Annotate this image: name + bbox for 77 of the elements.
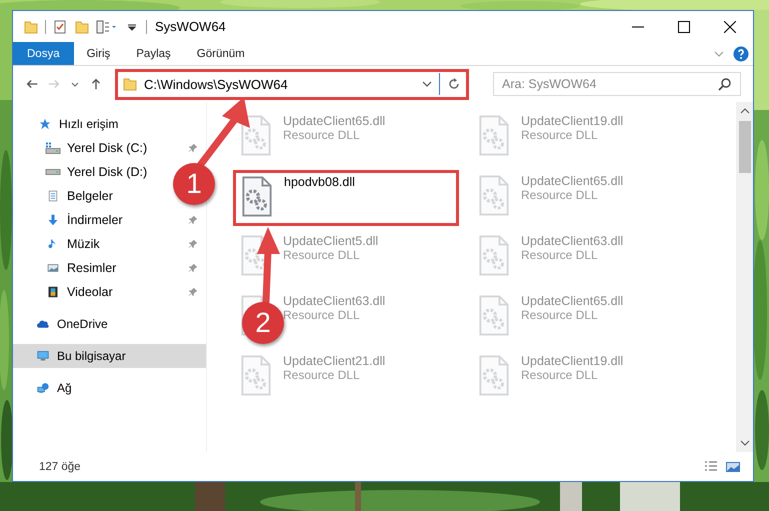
ribbon-tab[interactable]: Giriş — [74, 42, 124, 65]
minimize-icon — [632, 26, 644, 28]
file-name: UpdateClient63.dll — [521, 234, 624, 248]
dll-file-icon — [241, 355, 271, 396]
file-type: Resource DLL — [521, 368, 599, 382]
nav-item[interactable]: Müzik — [13, 232, 206, 256]
nav-label: Belgeler — [67, 189, 113, 203]
dll-file-icon — [479, 235, 509, 276]
star-icon — [37, 118, 53, 130]
drive-icon — [45, 169, 61, 175]
file-type: Resource DLL — [521, 308, 599, 322]
dll-file-icon — [479, 115, 509, 156]
file-menu-button[interactable]: Dosya — [13, 42, 74, 65]
file-name: UpdateClient65.dll — [283, 114, 386, 128]
scrollbar[interactable] — [736, 102, 753, 452]
help-icon[interactable] — [733, 46, 749, 62]
file-type: Resource DLL — [283, 368, 361, 382]
file-name: UpdateClient65.dll — [521, 174, 624, 188]
view-options-icon[interactable] — [96, 18, 118, 34]
dll-file-icon — [479, 295, 509, 336]
network-icon — [35, 382, 51, 394]
properties-icon[interactable] — [52, 18, 68, 34]
nav-label: Bu bilgisayar — [57, 349, 126, 363]
nav-label: Yerel Disk (C:) — [67, 141, 148, 155]
nav-item[interactable]: Ağ — [13, 376, 76, 400]
file-type: Resource DLL — [283, 128, 361, 142]
nav-item[interactable]: Videolar — [13, 280, 206, 304]
ribbon-tab[interactable]: Paylaş — [123, 42, 184, 65]
scroll-thumb[interactable] — [738, 121, 750, 173]
nav-item[interactable]: Yerel Disk (D:) — [13, 160, 152, 184]
picture-icon — [45, 262, 61, 274]
file-name: UpdateClient21.dll — [283, 354, 386, 368]
file-name: UpdateClient63.dll — [283, 294, 386, 308]
file-name: UpdateClient65.dll — [521, 294, 624, 308]
file-name: UpdateClient19.dll — [521, 114, 624, 128]
folder-icon — [122, 76, 138, 92]
file-type: Resource DLL — [521, 248, 599, 262]
file-item[interactable]: hpodvb08.dll — [233, 170, 459, 226]
back-icon[interactable] — [25, 77, 39, 91]
up-icon[interactable] — [89, 77, 103, 91]
nav-item[interactable]: Bu bilgisayar — [13, 344, 206, 368]
item-count: 127 öğe — [39, 460, 81, 472]
nav-label: Ağ — [57, 381, 72, 395]
drive-icon — [45, 142, 61, 154]
maximize-icon — [678, 20, 690, 32]
nav-label: Müzik — [67, 237, 100, 251]
nav-item[interactable]: OneDrive — [13, 312, 112, 336]
file-type: Resource DLL — [521, 128, 599, 142]
dll-file-icon — [242, 176, 272, 217]
dll-file-icon — [479, 175, 509, 216]
dll-file-icon — [479, 355, 509, 396]
file-name: UpdateClient5.dll — [283, 234, 378, 248]
window-title: SysWOW64 — [155, 19, 226, 34]
nav-label: Videolar — [67, 285, 113, 299]
nav-label: Yerel Disk (D:) — [67, 165, 148, 179]
file-type: Resource DLL — [283, 308, 361, 322]
nav-item[interactable]: Hızlı erişim — [13, 112, 122, 136]
nav-label: OneDrive — [57, 317, 108, 331]
close-icon — [724, 20, 736, 32]
address-bar[interactable]: C:\Windows\SysWOW64 — [115, 68, 469, 100]
file-name: UpdateClient19.dll — [521, 354, 624, 368]
nav-item[interactable]: Belgeler — [13, 184, 117, 208]
search-field[interactable]: Ara: SysWOW64 — [493, 72, 741, 96]
dll-file-icon — [241, 115, 271, 156]
file-type: Resource DLL — [283, 248, 361, 262]
monitor-icon — [35, 350, 51, 362]
nav-item[interactable]: Yerel Disk (C:) — [13, 136, 206, 160]
nav-label: Hızlı erişim — [59, 117, 118, 131]
nav-label: Resimler — [67, 261, 116, 275]
ribbon-tab[interactable]: Görünüm — [184, 42, 258, 65]
cloud-icon — [35, 318, 51, 330]
nav-item[interactable]: İndirmeler — [13, 208, 206, 232]
nav-label: İndirmeler — [67, 213, 123, 227]
search-icon — [717, 76, 733, 92]
file-name: hpodvb08.dll — [284, 175, 355, 189]
nav-item[interactable]: Resimler — [13, 256, 206, 280]
file-type: Resource DLL — [521, 188, 599, 202]
